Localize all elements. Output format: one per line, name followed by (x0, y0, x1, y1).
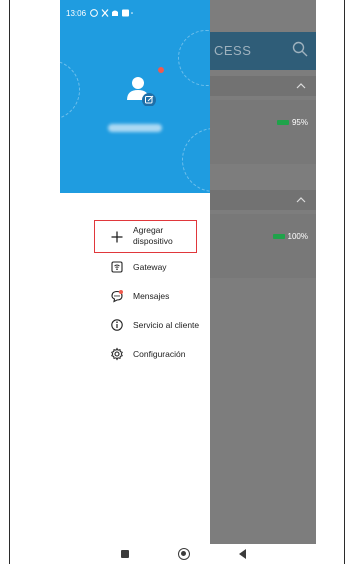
chevron-up-icon[interactable] (296, 195, 306, 205)
phone-screen: CESS 95% 100% 13:06 Agregar dispositivo … (9, 0, 345, 564)
menu-item-settings[interactable]: Configuración (60, 346, 210, 362)
info-icon (111, 319, 123, 331)
home-button[interactable] (178, 548, 190, 560)
search-icon[interactable] (292, 41, 308, 57)
menu-item-gateway[interactable]: Gateway (60, 259, 210, 275)
battery-percent: 100% (287, 232, 308, 241)
gear-icon (111, 347, 123, 361)
background-app-header: CESS (210, 32, 316, 70)
status-bar: 13:06 94 (66, 6, 210, 20)
menu-item-customer-service[interactable]: Servicio al cliente (60, 317, 210, 333)
menu-label-add-device: Agregar dispositivo (133, 225, 173, 246)
background-device-card[interactable]: 100% (210, 214, 316, 278)
chevron-up-icon[interactable] (296, 81, 306, 91)
background-app: CESS 95% 100% (210, 0, 316, 544)
status-time: 13:06 (66, 8, 87, 18)
plus-icon (111, 231, 123, 243)
notification-icons (90, 9, 133, 17)
decorative-ring (182, 128, 210, 192)
recent-apps-button[interactable] (121, 550, 129, 558)
user-name: •••••••• (108, 124, 162, 132)
battery-icon (272, 234, 285, 239)
battery-indicator: 100% (272, 232, 308, 241)
menu-label-settings: Configuración (133, 349, 186, 359)
system-navigation-bar (10, 544, 344, 564)
battery-icon (276, 120, 289, 125)
menu-item-add-device[interactable]: Agregar dispositivo (60, 220, 210, 253)
background-app-title: CESS (214, 43, 252, 58)
decorative-ring (178, 30, 210, 86)
avatar-icon[interactable] (124, 72, 156, 106)
message-icon (111, 290, 123, 303)
drawer-header: 13:06 94 (60, 0, 210, 193)
menu-label-messages: Mensajes (133, 291, 170, 301)
battery-indicator: 95% (276, 118, 308, 127)
menu-item-messages[interactable]: Mensajes (60, 288, 210, 304)
background-section-header[interactable] (210, 76, 316, 96)
background-device-card[interactable]: 95% (210, 100, 316, 164)
background-section-header[interactable] (210, 190, 316, 210)
notification-dot (158, 67, 164, 73)
back-button[interactable] (239, 549, 246, 559)
menu-label-gateway: Gateway (133, 262, 167, 272)
decorative-ring (60, 60, 80, 120)
menu-label-customer-service: Servicio al cliente (133, 320, 200, 330)
gateway-icon (111, 261, 123, 273)
navigation-drawer: 13:06 94 (60, 0, 210, 544)
battery-percent: 95% (291, 118, 308, 127)
